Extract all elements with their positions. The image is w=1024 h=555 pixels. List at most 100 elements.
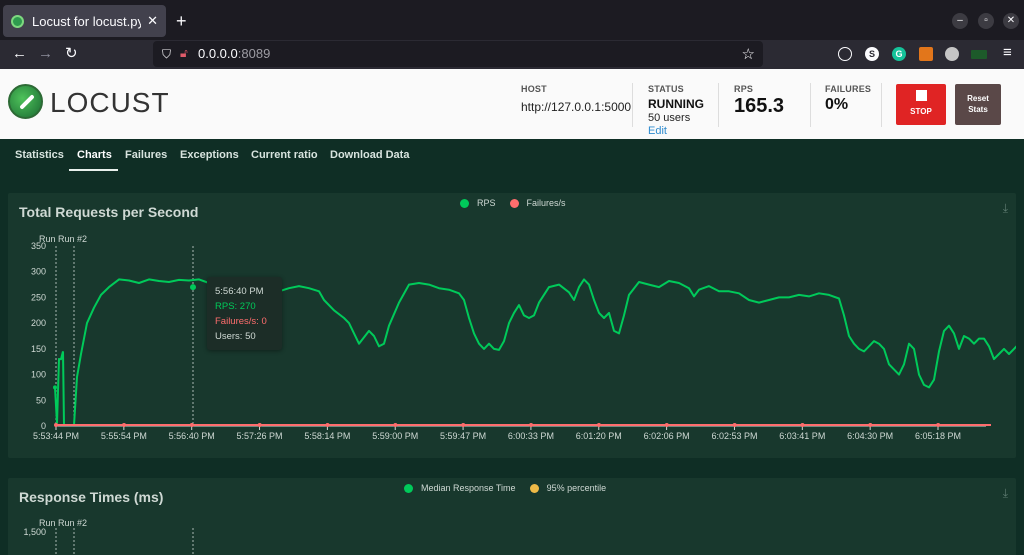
locust-tabs: Statistics Charts Failures Exceptions Cu… [0, 139, 1024, 173]
rps-chart-panel: Total Requests per Second RPS Failures/s… [8, 193, 1016, 458]
tooltip-users: Users: 50 [215, 331, 256, 342]
rps-stat: RPS 165.3 [734, 84, 784, 118]
tab-title: Locust for locust.py [32, 13, 142, 29]
marker-run2-label: Run #2 [58, 234, 87, 244]
divider [718, 83, 719, 127]
failures-point [732, 423, 737, 427]
tooltip-failures: Failures/s: 0 [215, 316, 267, 327]
y-tick-label: 1,500 [23, 527, 46, 537]
y-tick-label: 200 [31, 318, 46, 328]
divider [810, 83, 811, 127]
x-tick-label: 6:03:41 PM [779, 431, 825, 441]
browser-tab[interactable]: Locust for locust.py ✕ [3, 5, 166, 37]
response-times-chart: Run Run #2 1,500 [23, 518, 194, 555]
failures-point [936, 423, 941, 427]
failures-point [325, 423, 330, 427]
tab-charts[interactable]: Charts [77, 149, 112, 161]
new-tab-button[interactable]: + [176, 12, 187, 30]
url-bar[interactable]: ⛉ 🔓︎ 0.0.0.0:8089 ☆ [153, 41, 763, 67]
marker-run2-label: Run #2 [58, 518, 87, 528]
failures-point [189, 423, 194, 427]
reload-icon[interactable]: ↻ [65, 45, 78, 63]
failures-point [529, 423, 534, 427]
close-window-button[interactable]: ✕ [1003, 13, 1019, 29]
url-text[interactable]: 0.0.0.0:8089 [198, 46, 270, 61]
x-tick-label: 6:01:20 PM [576, 431, 622, 441]
host-value: http://127.0.0.1:5000 [521, 100, 632, 114]
tooltip-time: 5:56:40 PM [215, 286, 264, 297]
tab-download-data[interactable]: Download Data [330, 149, 409, 161]
stop-button[interactable]: STOP [896, 84, 946, 125]
rps-hover-point [190, 284, 196, 291]
maximize-button[interactable]: ▫ [978, 13, 994, 29]
x-tick-label: 5:57:26 PM [237, 431, 283, 441]
y-tick-label: 300 [31, 267, 46, 277]
browser-tabstrip: Locust for locust.py ✕ + – ▫ ✕ [0, 0, 1024, 40]
failures-point [393, 423, 398, 427]
y-tick-label: 50 [36, 395, 46, 405]
rps-label: RPS [734, 84, 754, 94]
y-tick-label: 100 [31, 370, 46, 380]
reset-stats-button[interactable]: Reset Stats [955, 84, 1001, 125]
logo-text: LOCUST [50, 87, 170, 118]
failures-point [868, 423, 873, 427]
back-icon[interactable]: ← [12, 45, 27, 63]
failures-point [596, 423, 601, 427]
failures-stat: FAILURES 0% [825, 84, 871, 114]
x-tick-label: 5:53:44 PM [33, 431, 79, 441]
locust-header: LOCUST HOST http://127.0.0.1:5000 STATUS… [0, 69, 1024, 139]
x-tick-label: 5:55:54 PM [101, 431, 147, 441]
divider [632, 83, 633, 127]
close-tab-icon[interactable]: ✕ [147, 13, 158, 29]
reset-label: Reset [967, 94, 989, 103]
y-tick-label: 350 [31, 241, 46, 251]
menu-icon[interactable]: ≡ [1003, 44, 1012, 62]
failures-label: FAILURES [825, 84, 872, 94]
x-tick-label: 6:00:33 PM [508, 431, 554, 441]
host-stat: HOST http://127.0.0.1:5000 [521, 84, 631, 114]
bookmark-star-icon[interactable]: ☆ [742, 45, 755, 63]
browser-navbar: ← → ↻ ⛉ 🔓︎ 0.0.0.0:8089 ☆ S G ≡ [0, 40, 1024, 69]
locust-favicon-icon [11, 14, 24, 28]
failures-point [664, 423, 669, 427]
y-tick-label: 250 [31, 292, 46, 302]
active-tab-indicator [69, 169, 118, 171]
failures-point [257, 423, 262, 427]
tab-exceptions[interactable]: Exceptions [180, 149, 239, 161]
rps-value: 165.3 [734, 95, 785, 117]
x-tick-label: 5:58:14 PM [304, 431, 350, 441]
users-value: 50 users [648, 112, 691, 124]
tab-failures[interactable]: Failures [125, 149, 167, 161]
x-tick-label: 6:02:53 PM [711, 431, 757, 441]
tab-statistics[interactable]: Statistics [15, 149, 64, 161]
edit-users-link[interactable]: Edit [648, 125, 704, 137]
stop-square-icon [915, 90, 927, 101]
tooltip-rps: RPS: 270 [215, 301, 256, 312]
globe-icon[interactable] [945, 47, 959, 61]
response-times-panel: Response Times (ms) Median Response Time… [8, 478, 1016, 555]
extension-s-icon[interactable]: S [865, 47, 879, 61]
x-tick-label: 5:59:00 PM [372, 431, 418, 441]
metamask-icon[interactable] [919, 47, 933, 61]
grammarly-icon[interactable]: G [892, 47, 906, 61]
chart-tooltip: 5:56:40 PM RPS: 270 Failures/s: 0 Users:… [207, 277, 282, 350]
pocket-icon[interactable] [838, 47, 852, 61]
host-label: HOST [521, 84, 547, 94]
failures-point [800, 423, 805, 427]
tab-current-ratio[interactable]: Current ratio [251, 149, 318, 161]
insecure-lock-icon[interactable]: 🔓︎ [180, 46, 188, 61]
status-value: RUNNING [648, 97, 704, 111]
locust-logo-icon [8, 84, 43, 119]
forward-icon[interactable]: → [38, 45, 53, 63]
y-tick-label: 150 [31, 344, 46, 354]
minimize-button[interactable]: – [952, 13, 968, 29]
status-label: STATUS [648, 84, 684, 94]
x-tick-label: 5:56:40 PM [169, 431, 215, 441]
x-tick-label: 6:05:18 PM [915, 431, 961, 441]
failures-point [122, 423, 126, 427]
x-tick-label: 6:02:06 PM [644, 431, 690, 441]
stats-label: Stats [968, 105, 988, 114]
shield-icon[interactable]: ⛉ [162, 47, 171, 62]
failures-point [54, 423, 58, 427]
extension-green-icon[interactable] [971, 50, 987, 59]
